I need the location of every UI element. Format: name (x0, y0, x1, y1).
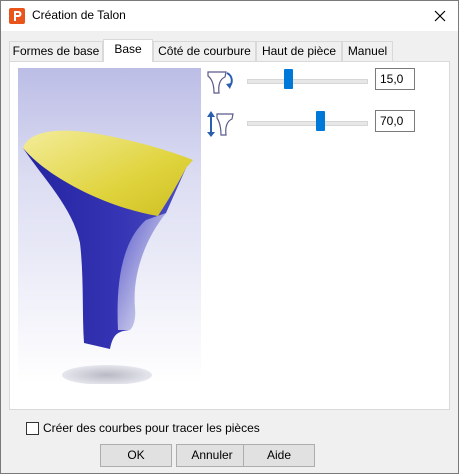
create-curves-label: Créer des courbes pour tracer les pièces (43, 421, 260, 435)
tab-strip: Formes de base Base Côté de courbure Hau… (9, 39, 449, 62)
height-slider-track[interactable] (247, 121, 368, 126)
ok-button[interactable]: OK (100, 444, 172, 467)
rotation-slider-thumb[interactable] (284, 69, 294, 89)
tab-cote-de-courbure[interactable]: Côté de courbure (153, 41, 256, 61)
tab-panel-base: 15,0 70,0 (9, 61, 450, 410)
tab-manuel[interactable]: Manuel (342, 41, 393, 61)
rotation-slider-track[interactable] (247, 79, 368, 84)
tab-haut-de-piece[interactable]: Haut de pièce (256, 41, 342, 61)
app-icon (9, 8, 25, 24)
dialog-window: Création de Talon Formes de base Base Cô… (0, 0, 459, 474)
tab-base[interactable]: Base (103, 39, 153, 62)
window-title: Création de Talon (32, 8, 126, 22)
heel-preview (18, 68, 201, 384)
rotation-value-field[interactable]: 15,0 (375, 68, 415, 90)
title-bar: Création de Talon (1, 1, 458, 31)
tab-formes-de-base[interactable]: Formes de base (9, 41, 103, 61)
height-value-field[interactable]: 70,0 (375, 110, 415, 132)
cancel-button[interactable]: Annuler (176, 444, 248, 467)
height-slider-thumb[interactable] (316, 111, 326, 131)
help-button[interactable]: Aide (243, 444, 315, 467)
heel-height-icon (207, 111, 234, 137)
height-slider-row: 70,0 (205, 109, 425, 137)
create-curves-checkbox[interactable] (26, 422, 39, 435)
rotation-slider-row: 15,0 (205, 67, 425, 94)
close-icon[interactable] (429, 5, 451, 27)
heel-rotate-icon (207, 71, 233, 94)
